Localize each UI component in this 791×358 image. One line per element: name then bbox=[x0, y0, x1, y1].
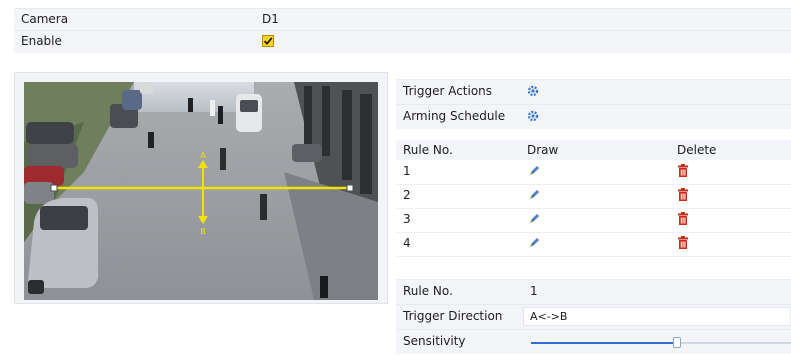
rule-no-value[interactable]: 1 bbox=[530, 284, 538, 298]
sensitivity-fill bbox=[531, 342, 677, 344]
rule-no-row: Rule No. 1 bbox=[396, 279, 791, 304]
table-row: 2 bbox=[396, 185, 791, 209]
camera-label: Camera bbox=[21, 12, 69, 26]
camera-scene: A B bbox=[24, 82, 378, 300]
line-label-b: B bbox=[200, 227, 206, 236]
line-label-a: A bbox=[200, 151, 206, 160]
pencil-icon[interactable] bbox=[527, 236, 541, 253]
sensitivity-thumb[interactable] bbox=[672, 337, 681, 348]
header-delete: Delete bbox=[677, 143, 717, 157]
sensitivity-row: Sensitivity bbox=[396, 329, 791, 354]
table-row: 3 bbox=[396, 209, 791, 233]
trigger-direction-label: Trigger Direction bbox=[403, 309, 503, 323]
rule-number: 2 bbox=[403, 188, 411, 202]
pencil-icon[interactable] bbox=[527, 212, 541, 229]
trash-icon[interactable] bbox=[677, 188, 689, 205]
check-icon bbox=[263, 37, 273, 45]
table-row: 4 bbox=[396, 233, 791, 257]
trash-icon[interactable] bbox=[677, 164, 689, 181]
sensitivity-slider[interactable] bbox=[531, 337, 791, 348]
header-draw: Draw bbox=[527, 143, 559, 157]
table-row: 1 bbox=[396, 161, 791, 185]
pencil-icon[interactable] bbox=[527, 188, 541, 205]
trash-icon[interactable] bbox=[677, 212, 689, 229]
rule-number: 4 bbox=[403, 236, 411, 250]
arming-schedule-gear-icon[interactable] bbox=[527, 110, 539, 125]
header-rule-no: Rule No. bbox=[403, 143, 453, 157]
pencil-icon[interactable] bbox=[527, 164, 541, 181]
arming-schedule-row: Arming Schedule bbox=[396, 104, 791, 129]
trigger-actions-row: Trigger Actions bbox=[396, 79, 791, 104]
sensitivity-label: Sensitivity bbox=[403, 334, 466, 348]
rule-number: 3 bbox=[403, 212, 411, 226]
camera-value[interactable]: D1 bbox=[262, 12, 279, 26]
trigger-direction-select[interactable]: A<->B bbox=[523, 307, 791, 326]
rule-no-label: Rule No. bbox=[403, 284, 453, 298]
rules-table-header: Rule No. Draw Delete bbox=[396, 140, 791, 160]
enable-label: Enable bbox=[21, 34, 62, 48]
camera-row: Camera D1 bbox=[14, 8, 791, 31]
arming-schedule-label: Arming Schedule bbox=[403, 109, 506, 123]
enable-checkbox[interactable] bbox=[262, 35, 274, 47]
trash-icon[interactable] bbox=[677, 236, 689, 253]
camera-preview[interactable]: A B bbox=[24, 82, 378, 300]
trigger-direction-row: Trigger Direction A<->B bbox=[396, 304, 791, 329]
trigger-direction-value: A<->B bbox=[530, 310, 568, 323]
trigger-actions-gear-icon[interactable] bbox=[527, 85, 539, 100]
enable-row: Enable bbox=[14, 30, 791, 53]
rule-number: 1 bbox=[403, 164, 411, 178]
trigger-actions-label: Trigger Actions bbox=[403, 84, 493, 98]
